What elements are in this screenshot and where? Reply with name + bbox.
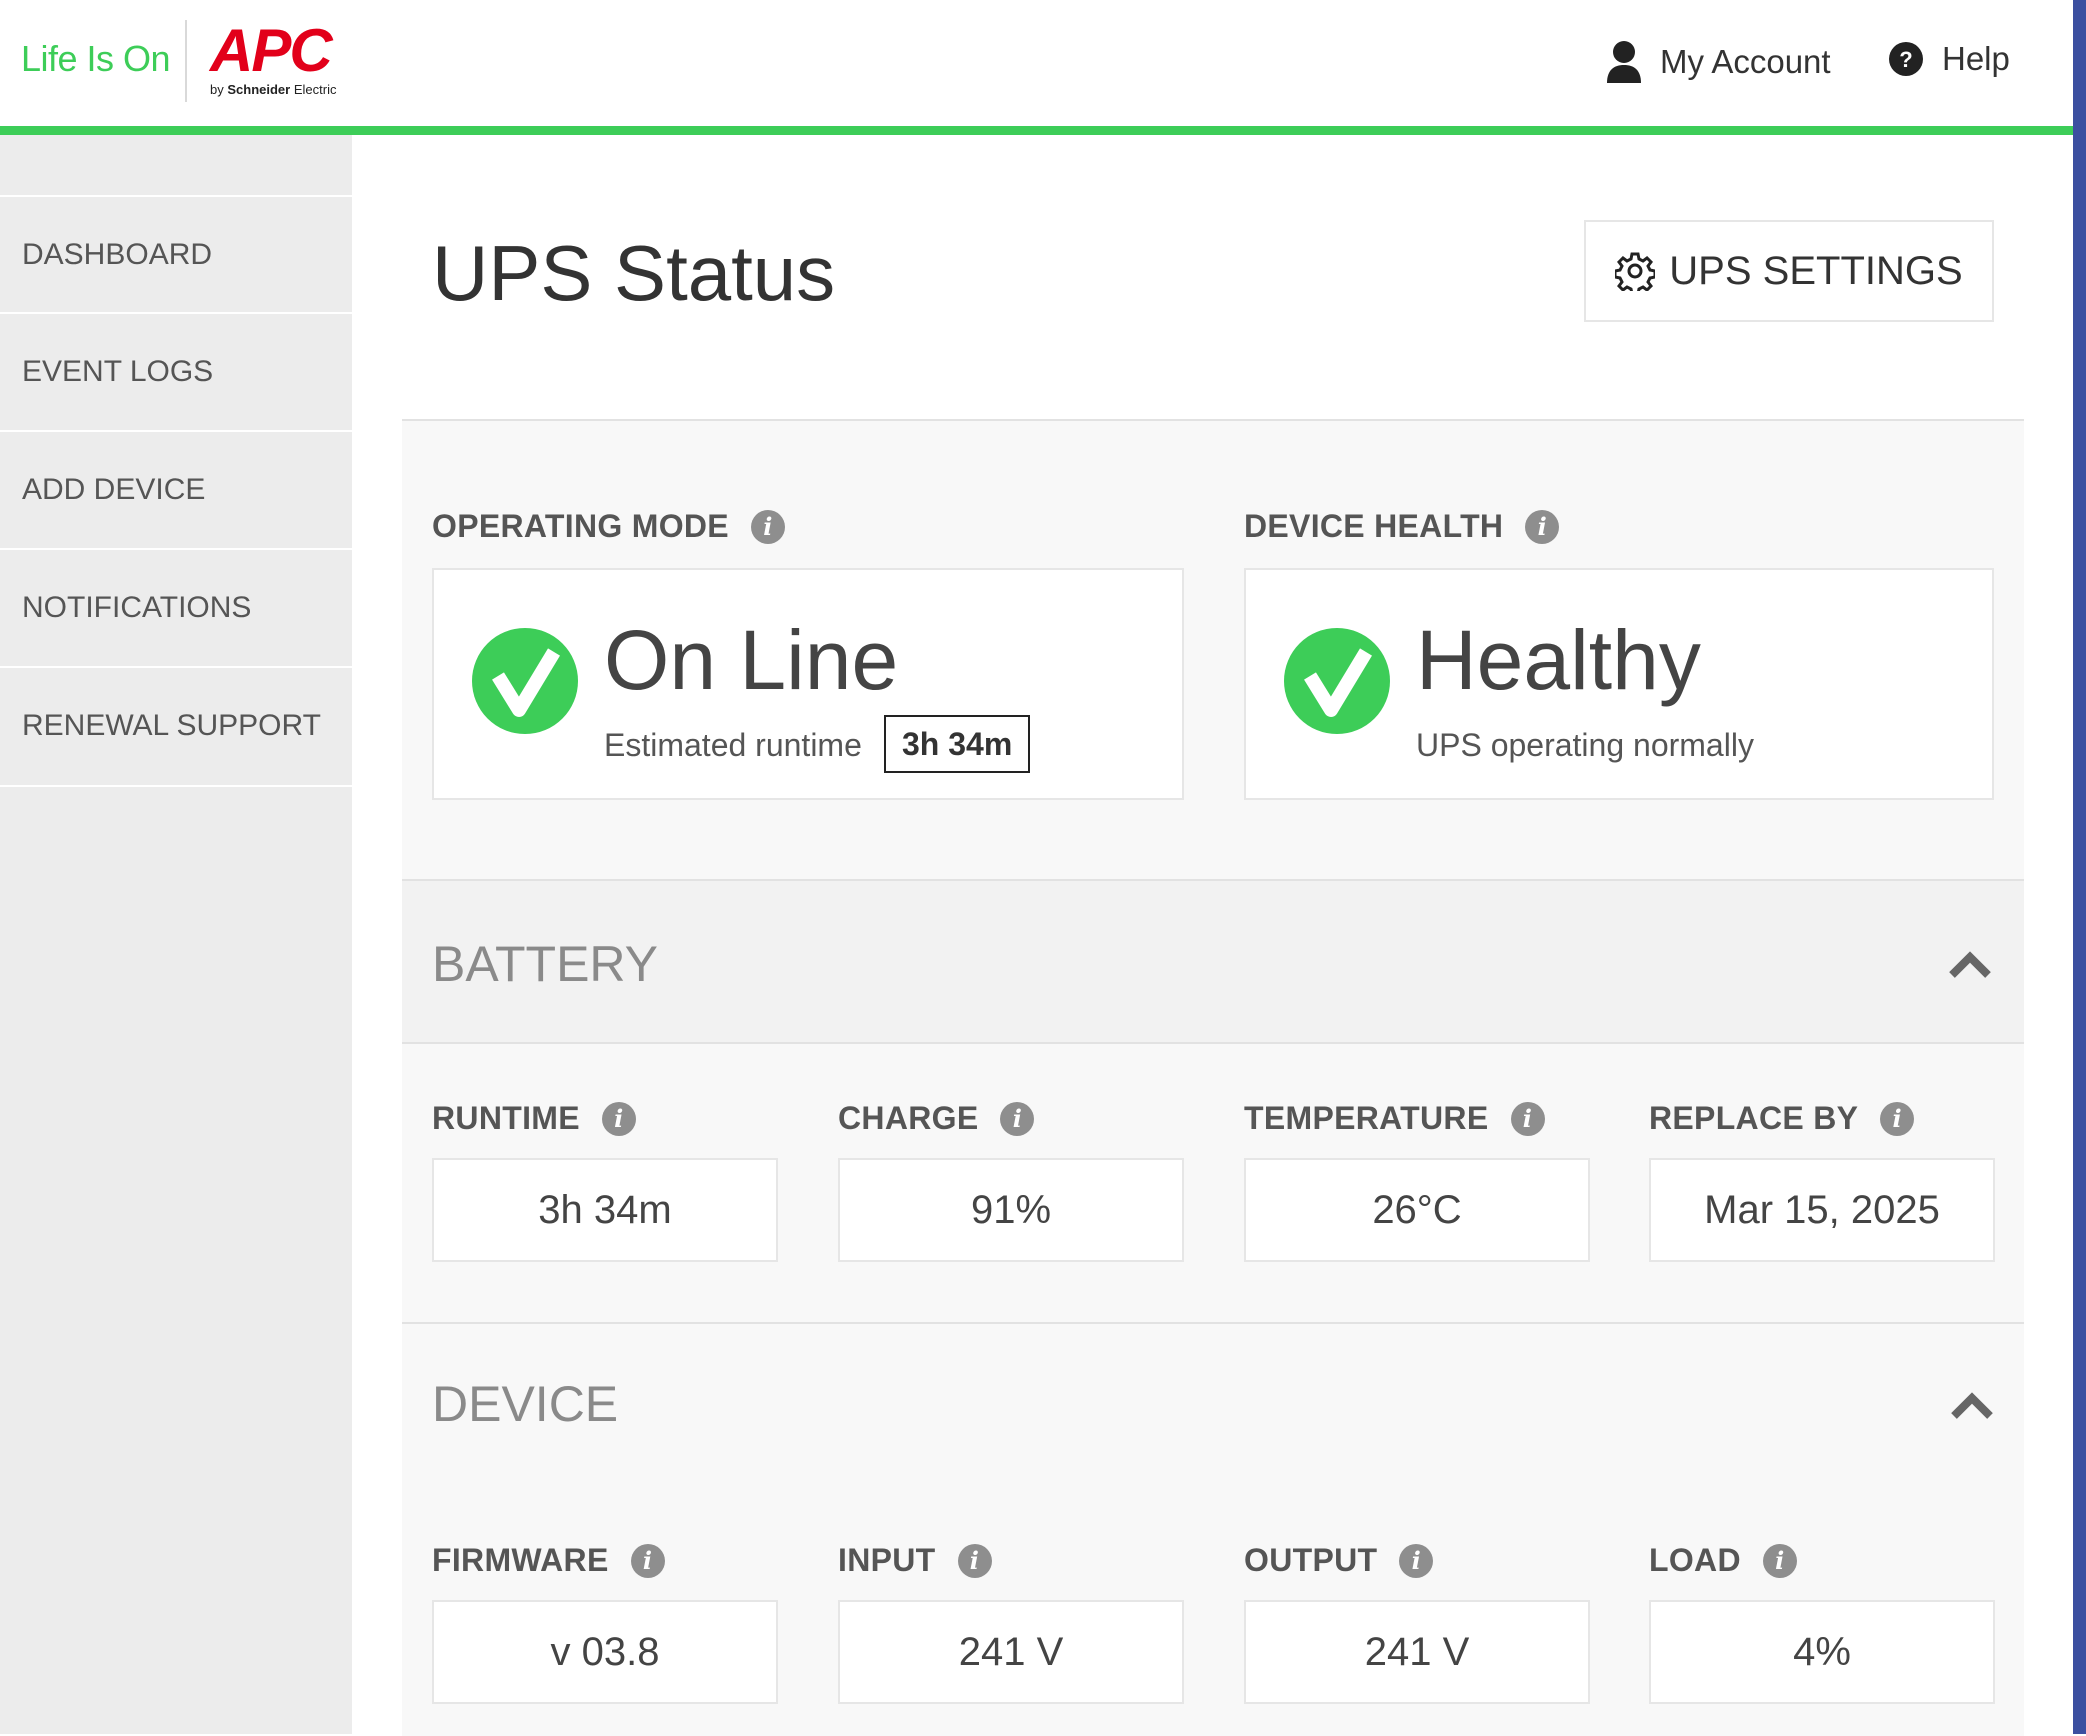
info-icon[interactable]: i [1525, 509, 1560, 544]
info-icon[interactable]: i [1880, 1101, 1915, 1136]
replace-by-label-text: REPLACE BY [1649, 1100, 1859, 1136]
gear-icon [1615, 252, 1656, 291]
charge-value: 91% [838, 1158, 1184, 1262]
input-label: INPUT i [838, 1542, 992, 1579]
firmware-label: FIRMWARE i [432, 1542, 665, 1579]
operating-mode-value: On Line [604, 613, 899, 707]
user-icon [1607, 41, 1641, 83]
check-circle-icon [472, 628, 578, 734]
device-health-value: Healthy [1416, 613, 1701, 707]
runtime-label: RUNTIME i [432, 1100, 636, 1137]
chevron-up-icon[interactable] [1948, 949, 1992, 979]
sidebar-item-renewal-support[interactable]: RENEWAL SUPPORT [0, 666, 352, 783]
device-health-description: UPS operating normally [1416, 727, 1754, 763]
svg-text:?: ? [1899, 47, 1912, 72]
my-account-link[interactable]: My Account [1606, 40, 1831, 84]
info-icon[interactable]: i [1000, 1101, 1035, 1136]
help-label: Help [1942, 40, 2010, 77]
info-icon[interactable]: i [750, 509, 785, 544]
device-section-title[interactable]: DEVICE [432, 1375, 618, 1433]
apc-sub-suffix: Electric [293, 82, 337, 97]
header-accent-bar [0, 126, 2073, 135]
apc-logo-subtitle: by Schneider Electric [210, 82, 336, 97]
replace-by-value: Mar 15, 2025 [1649, 1158, 1995, 1262]
device-health-card: Healthy UPS operating normally [1244, 568, 1994, 800]
page-title: UPS Status [432, 229, 836, 317]
firmware-label-text: FIRMWARE [432, 1542, 609, 1578]
operating-mode-label-text: OPERATING MODE [432, 508, 729, 544]
runtime-value: 3h 34m [432, 1158, 778, 1262]
charge-label: CHARGE i [838, 1100, 1035, 1137]
info-icon[interactable]: i [1762, 1543, 1797, 1578]
load-value: 4% [1649, 1600, 1995, 1704]
window-edge [2073, 0, 2086, 1734]
check-circle-icon [1284, 628, 1390, 734]
operating-mode-label: OPERATING MODE i [432, 508, 785, 545]
device-health-label-text: DEVICE HEALTH [1244, 508, 1504, 544]
info-icon[interactable]: i [957, 1543, 992, 1578]
output-label-text: OUTPUT [1244, 1542, 1378, 1578]
sidebar-item-add-device[interactable]: ADD DEVICE [0, 430, 352, 547]
temperature-value: 26°C [1244, 1158, 1590, 1262]
output-label: OUTPUT i [1244, 1542, 1434, 1579]
chevron-up-icon[interactable] [1950, 1390, 1994, 1420]
temperature-label: TEMPERATURE i [1244, 1100, 1545, 1137]
estimated-runtime-value: 3h 34m [884, 715, 1031, 773]
battery-section-header[interactable]: BATTERY [402, 879, 2024, 1044]
help-link[interactable]: ? Help [1888, 40, 2010, 78]
info-icon[interactable]: i [1399, 1543, 1434, 1578]
sidebar: DASHBOARD EVENT LOGS ADD DEVICE NOTIFICA… [0, 135, 352, 1734]
sidebar-item-event-logs[interactable]: EVENT LOGS [0, 312, 352, 429]
ups-settings-label: UPS SETTINGS [1669, 248, 1963, 293]
device-health-label: DEVICE HEALTH i [1244, 508, 1560, 545]
load-label-text: LOAD [1649, 1542, 1741, 1578]
my-account-label: My Account [1660, 43, 1831, 80]
output-value: 241 V [1244, 1600, 1590, 1704]
input-label-text: INPUT [838, 1542, 936, 1578]
battery-section-title: BATTERY [432, 936, 658, 992]
replace-by-label: REPLACE BY i [1649, 1100, 1915, 1137]
life-is-on-logo: Life Is On [21, 38, 171, 79]
help-circle-icon: ? [1889, 42, 1923, 76]
apc-sub-prefix: by [210, 82, 224, 97]
sidebar-divider [0, 785, 352, 787]
logo-divider [185, 20, 187, 102]
load-label: LOAD i [1649, 1542, 1797, 1579]
ups-settings-button[interactable]: UPS SETTINGS [1584, 220, 1994, 322]
charge-label-text: CHARGE [838, 1100, 979, 1136]
top-header: Life Is On APC by Schneider Electric My … [0, 0, 2073, 126]
info-icon[interactable]: i [601, 1101, 636, 1136]
operating-mode-card: On Line Estimated runtime 3h 34m [432, 568, 1184, 800]
temperature-label-text: TEMPERATURE [1244, 1100, 1489, 1136]
apc-logo: APC [210, 17, 333, 84]
runtime-label-text: RUNTIME [432, 1100, 580, 1136]
sidebar-item-dashboard[interactable]: DASHBOARD [0, 195, 352, 312]
sidebar-item-notifications[interactable]: NOTIFICATIONS [0, 548, 352, 665]
info-icon[interactable]: i [630, 1543, 665, 1578]
input-value: 241 V [838, 1600, 1184, 1704]
info-icon[interactable]: i [1510, 1101, 1545, 1136]
apc-sub-company: Schneider [227, 82, 291, 97]
estimated-runtime-label: Estimated runtime [604, 727, 862, 763]
firmware-value: v 03.8 [432, 1600, 778, 1704]
